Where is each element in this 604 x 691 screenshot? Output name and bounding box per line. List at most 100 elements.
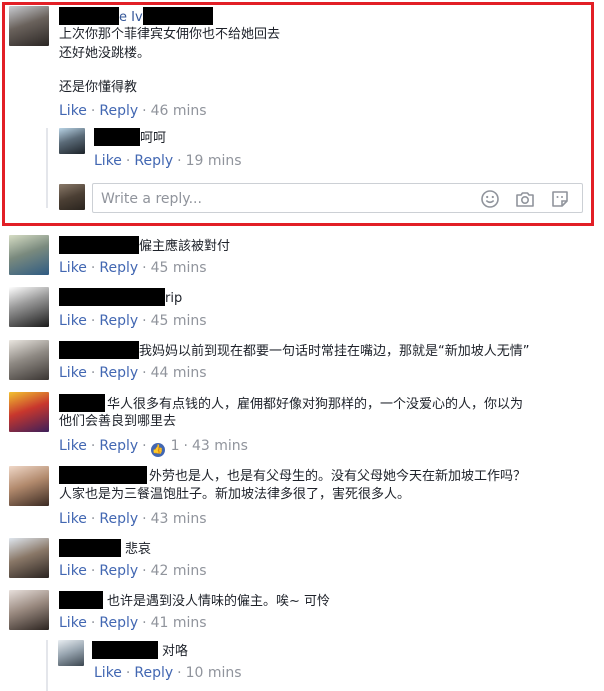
reply-button[interactable]: Reply [99, 365, 138, 381]
reply-button[interactable]: Reply [99, 511, 138, 527]
comment-text-line: 还是你懂得教 [59, 80, 138, 95]
separator: · [90, 563, 96, 579]
reply-input[interactable] [101, 189, 461, 209]
comment-author[interactable]: 外劳也是人，也是有父母生的。没有父母她今天在新加坡工作吗？ [59, 466, 526, 486]
separator: · [142, 103, 147, 119]
redaction [59, 539, 121, 557]
comment-text: 对咯 [162, 644, 189, 659]
reply-button[interactable]: Reply [99, 103, 138, 119]
comment-author[interactable]: 华人很多有点钱的人，雇佣都好像对狗那样的，一个没爱心的人，你以为 [59, 394, 523, 414]
avatar[interactable] [9, 340, 49, 380]
comment-actions: Like · Reply · 45 mins [59, 311, 207, 331]
like-button[interactable]: Like [94, 665, 122, 681]
redaction [59, 466, 147, 484]
comment-author[interactable]: 僱主應該被對付 [59, 236, 230, 256]
avatar[interactable] [9, 6, 49, 46]
emoji-icon[interactable] [480, 189, 500, 209]
comment-text: 呵呵 [140, 131, 167, 146]
separator: · [142, 438, 147, 454]
thumbs-up-icon: 👍 [150, 443, 165, 457]
avatar[interactable] [9, 466, 49, 506]
comment-text: 我妈妈以前到现在都要一句话时常挂在嘴边，那就是“新加坡人无情” [139, 344, 530, 359]
timestamp[interactable]: 45 mins [151, 313, 207, 329]
separator: · [142, 563, 147, 579]
camera-icon[interactable] [515, 189, 535, 209]
redaction [59, 288, 165, 306]
reply-button[interactable]: Reply [134, 153, 173, 169]
like-button[interactable]: Like [59, 563, 87, 579]
comment-actions: Like · Reply · 19 mins [94, 151, 242, 171]
separator: · [142, 365, 147, 381]
like-button[interactable]: Like [59, 615, 87, 631]
like-button[interactable]: Like [59, 511, 87, 527]
timestamp[interactable]: 45 mins [151, 260, 207, 276]
avatar[interactable] [59, 128, 85, 154]
comment-author[interactable]: 悲哀 [59, 539, 151, 559]
comment-actions: Like · Reply · 42 mins [59, 561, 207, 581]
redaction [59, 236, 139, 254]
separator: · [177, 665, 182, 681]
comment-author[interactable]: 也许是遇到没人情味的僱主。唉~ 可怜 [59, 591, 330, 611]
avatar[interactable] [9, 235, 49, 275]
like-button[interactable]: Like [59, 438, 87, 454]
separator: · [125, 153, 131, 169]
reply-button[interactable]: Reply [99, 313, 138, 329]
separator: · [142, 615, 147, 631]
thread-line [46, 128, 48, 208]
reply-button[interactable]: Reply [99, 615, 138, 631]
comment-text-line: 华人很多有点钱的人，雇佣都好像对狗那样的，一个没爱心的人，你以为 [107, 397, 524, 412]
timestamp[interactable]: 19 mins [186, 153, 242, 169]
redaction [59, 7, 119, 25]
reply-button[interactable]: Reply [134, 665, 173, 681]
comment-text-line: 人家也是为三餐温饱肚子。新加坡法律多很了，害死很多人。 [59, 487, 411, 502]
comment-text: 也许是遇到没人情味的僱主。唉~ 可怜 [107, 594, 331, 609]
like-button[interactable]: Like [59, 313, 87, 329]
like-button[interactable]: Like [59, 365, 87, 381]
separator: · [142, 511, 147, 527]
like-count[interactable]: 1 [171, 438, 180, 454]
timestamp[interactable]: 43 mins [151, 511, 207, 527]
comment-text: 悲哀 [125, 542, 152, 557]
separator: · [90, 365, 96, 381]
comment-actions: Like · Reply · 10 mins [94, 663, 242, 683]
reply-button[interactable]: Reply [99, 438, 138, 454]
timestamp[interactable]: 41 mins [151, 615, 207, 631]
sticker-icon[interactable] [550, 189, 570, 209]
avatar[interactable] [9, 590, 49, 630]
comment-text-line: 他们会善良到哪里去 [59, 414, 177, 429]
reply-button[interactable]: Reply [99, 563, 138, 579]
comment-actions: Like · Reply · 45 mins [59, 258, 207, 278]
avatar[interactable] [58, 640, 84, 666]
redaction [92, 641, 158, 659]
separator: · [90, 103, 96, 119]
comment-actions: Like · Reply · 43 mins [59, 509, 207, 529]
reply-box [92, 183, 583, 213]
timestamp[interactable]: 44 mins [151, 365, 207, 381]
comment-text-line: 还好她没跳楼。 [59, 46, 151, 61]
separator: · [183, 438, 188, 454]
separator: · [90, 313, 96, 329]
comment-author[interactable]: 呵呵 [94, 128, 166, 148]
timestamp[interactable]: 46 mins [151, 103, 207, 119]
timestamp[interactable]: 42 mins [151, 563, 207, 579]
comment-author[interactable]: 我妈妈以前到现在都要一句话时常挂在嘴边，那就是“新加坡人无情” [59, 341, 529, 361]
comment-actions: Like · Reply · 👍 1 · 43 mins [59, 436, 248, 457]
avatar[interactable] [9, 538, 49, 578]
comment-actions: Like · Reply · 44 mins [59, 363, 207, 383]
comment-author[interactable]: 对咯 [92, 641, 188, 661]
timestamp[interactable]: 43 mins [192, 438, 248, 454]
avatar[interactable] [9, 392, 49, 432]
like-button[interactable]: Like [94, 153, 122, 169]
redaction [59, 341, 139, 359]
comment-author[interactable]: rip [59, 288, 182, 308]
reply-button[interactable]: Reply [99, 260, 138, 276]
like-button[interactable]: Like [59, 103, 87, 119]
comment-author[interactable]: e Iv [59, 7, 213, 27]
comment-text-line: 外劳也是人，也是有父母生的。没有父母她今天在新加坡工作吗？ [149, 469, 527, 484]
timestamp[interactable]: 10 mins [186, 665, 242, 681]
separator: · [142, 260, 147, 276]
separator: · [90, 511, 96, 527]
like-button[interactable]: Like [59, 260, 87, 276]
avatar [59, 184, 85, 210]
avatar[interactable] [9, 287, 49, 327]
